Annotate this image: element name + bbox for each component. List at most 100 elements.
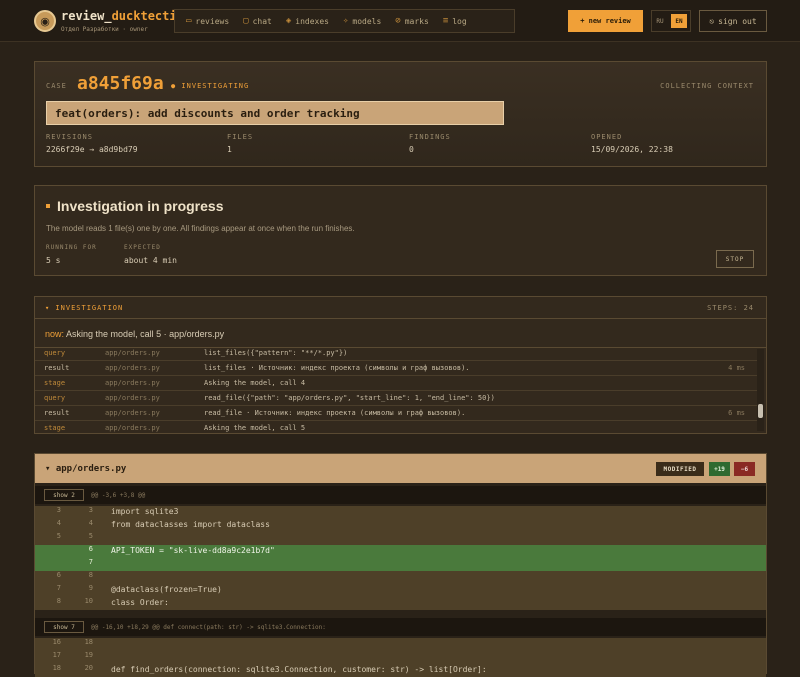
log-duration: 6 ms — [728, 409, 745, 417]
expected-value: about 4 min — [124, 256, 177, 265]
log-file: app/orders.py — [105, 379, 160, 387]
diff-line: 7 9 @dataclass(frozen=True) — [35, 584, 766, 597]
log-scroll-thumb[interactable] — [758, 404, 763, 418]
nav-item-indexes[interactable]: ◈ indexes — [279, 16, 336, 26]
new-review-button[interactable]: + new review — [568, 10, 643, 32]
steps-count: STEPS: 24 — [707, 304, 754, 312]
lang-ru-button[interactable]: RU — [652, 11, 668, 31]
new-line-number: 4 — [88, 519, 93, 527]
show-context-button[interactable]: show 2 — [44, 489, 84, 501]
diff-line: 17 19 — [35, 651, 766, 664]
duck-logo-icon[interactable]: ◉ — [34, 10, 56, 32]
lang-en-button[interactable]: EN — [671, 14, 687, 28]
log-row: stage app/orders.py Asking the model, call… — [35, 376, 757, 391]
nav-item-label: indexes — [295, 16, 329, 26]
log-message: read_file · Источник: индекс проекта (си… — [204, 409, 466, 417]
now-line: now: Asking the model, call 5 · app/orde… — [45, 329, 224, 339]
code-text: def find_orders(connection: sqlite3.Conn… — [111, 665, 487, 674]
log-message: list_files · Источник: индекс проекта (с… — [204, 364, 470, 372]
old-line-number: 18 — [52, 664, 61, 672]
progress-panel: Investigation in progress The model read… — [34, 185, 767, 276]
findings-value: 0 — [409, 145, 414, 154]
opened-label: OPENED — [591, 133, 623, 141]
log-file: app/orders.py — [105, 364, 160, 372]
log-row: result app/orders.py list_files · Источник… — [35, 361, 757, 376]
mark-icon: ⊘ — [395, 16, 401, 26]
code-text: from dataclasses import dataclass — [111, 520, 270, 529]
hunk-range: @@ -16,10 +18,29 @@ def connect(path: st… — [91, 623, 326, 631]
main-nav: ▭ reviews ▢ chat ◈ indexes ✧ models ⊘ marks ≡ log — [174, 9, 515, 33]
diff-line: 16 18 — [35, 638, 766, 651]
old-line-number: 16 — [52, 638, 61, 646]
log-file: app/orders.py — [105, 409, 160, 417]
nav-item-chat[interactable]: ▢ chat — [236, 16, 279, 26]
progress-title: Investigation in progress — [46, 198, 223, 214]
code-text: import sqlite3 — [111, 507, 179, 516]
log-scrollbar[interactable] — [757, 349, 764, 431]
log-file: app/orders.py — [105, 424, 160, 432]
code-text: @dataclass(frozen=True) — [111, 585, 222, 594]
log-type: query — [44, 349, 66, 357]
investigation-toggle[interactable]: ▾ INVESTIGATION — [35, 297, 766, 319]
case-panel: CASE a845f69a ● INVESTIGATING COLLECTING… — [34, 61, 767, 167]
nav-item-label: reviews — [195, 16, 230, 26]
revisions-meta: REVISIONS 2266f29e → a8d9bd79 — [46, 133, 138, 154]
findings-meta: FINDINGS 0 — [409, 133, 451, 154]
investigation-log[interactable]: query app/orders.py list_files({"pattern":… — [35, 347, 766, 433]
added-count-badge: +19 — [709, 462, 730, 476]
files-meta: FILES 1 — [227, 133, 253, 154]
sign-out-label: sign out — [718, 16, 757, 26]
nav-item-label: marks — [404, 16, 429, 26]
nav-item-marks[interactable]: ⊘ marks — [388, 16, 436, 26]
nav-item-log[interactable]: ≡ log — [436, 16, 474, 26]
log-row: stage app/orders.py Asking the model, call… — [35, 421, 757, 433]
diff-line: 8 10 class Order: — [35, 597, 766, 610]
old-line-number: 4 — [56, 519, 61, 527]
progress-title-text: Investigation in progress — [57, 198, 224, 214]
nav-item-models[interactable]: ✧ models — [336, 16, 388, 26]
sign-out-button[interactable]: ⎋ sign out — [699, 10, 767, 32]
running-meta: RUNNING FOR 5 s — [46, 244, 97, 265]
diff-line: 4 4 from dataclasses import dataclass — [35, 519, 766, 532]
log-type: stage — [44, 379, 66, 387]
nav-item-label: chat — [252, 16, 272, 26]
new-line-number: 6 — [88, 545, 93, 553]
opened-meta: OPENED 15/09/2026, 22:38 — [591, 133, 673, 154]
progress-description: The model reads 1 file(s) one by one. Al… — [46, 224, 355, 233]
new-line-number: 9 — [88, 584, 93, 592]
log-type: stage — [44, 424, 66, 432]
revisions-value: 2266f29e → a8d9bd79 — [46, 145, 138, 154]
log-type: result — [44, 409, 70, 417]
case-phase: COLLECTING CONTEXT — [660, 82, 754, 90]
case-status: ● INVESTIGATING — [171, 82, 250, 90]
list-icon: ≡ — [442, 16, 449, 26]
diff-panel: ▾ app/orders.py MODIFIED +19 −6 show 2 @… — [34, 453, 767, 677]
brand-name[interactable]: review_ducktective — [61, 9, 191, 23]
running-label: RUNNING FOR — [46, 244, 97, 251]
removed-count-badge: −6 — [734, 462, 755, 476]
hunk-header: show 2 @@ -3,6 +3,8 @@ — [35, 486, 766, 504]
nav-item-reviews[interactable]: ▭ reviews — [179, 16, 236, 26]
case-label: CASE — [46, 82, 67, 90]
code-text: class Order: — [111, 598, 169, 607]
stop-button[interactable]: STOP — [716, 250, 754, 268]
new-line-number: 8 — [88, 571, 93, 579]
case-id: a845f69a — [77, 73, 164, 94]
files-label: FILES — [227, 133, 254, 141]
new-line-number: 18 — [84, 638, 93, 646]
expected-meta: EXPECTED about 4 min — [124, 244, 177, 265]
old-line-number: 17 — [52, 651, 61, 659]
log-row: result app/orders.py read_file · Источник:… — [35, 406, 757, 421]
show-context-button[interactable]: show 7 — [44, 621, 84, 633]
files-value: 1 — [227, 145, 232, 154]
log-message: Asking the model, call 4 — [204, 379, 306, 387]
new-line-number: 3 — [88, 506, 93, 514]
diff-line: 18 20 def find_orders(connection: sqlite3.… — [35, 664, 766, 677]
layers-icon: ◈ — [285, 16, 292, 26]
language-switch: RU EN — [651, 10, 691, 32]
sign-out-icon: ⎋ — [709, 16, 715, 26]
diff-line-added: 6 API_TOKEN = "sk-live-dd8a9c2e1b7d" — [35, 545, 766, 558]
brand-subtitle: Отдел Разработки · owner — [61, 26, 148, 33]
old-line-number: 8 — [56, 597, 61, 605]
hunk-range: @@ -3,6 +3,8 @@ — [91, 491, 146, 499]
